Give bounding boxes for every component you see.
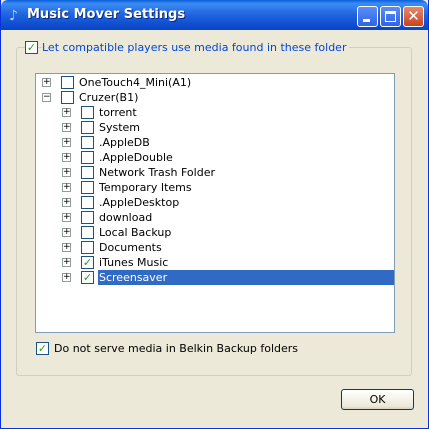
tree-item-checkbox[interactable] xyxy=(81,196,94,209)
exclude-backup-checkbox[interactable]: ✓ xyxy=(36,342,49,355)
maximize-button[interactable] xyxy=(380,6,401,27)
expand-icon[interactable]: + xyxy=(62,123,71,132)
tree-item-label: .AppleDB xyxy=(99,136,150,149)
expand-icon[interactable]: + xyxy=(62,183,71,192)
tree-item-label: Network Trash Folder xyxy=(99,166,215,179)
tree-row[interactable]: + ✓ iTunes Music xyxy=(36,255,394,270)
close-button[interactable]: ✕ xyxy=(403,6,424,27)
tree-item-checkbox[interactable] xyxy=(81,211,94,224)
minimize-button[interactable] xyxy=(357,6,378,27)
tree-row[interactable]: + Local Backup xyxy=(36,225,394,240)
tree-item-label: .AppleDouble xyxy=(99,151,173,164)
tree-row[interactable]: + Network Trash Folder xyxy=(36,165,394,180)
tree-item-checkbox[interactable] xyxy=(81,151,94,164)
tree-item-label: Cruzer(B1) xyxy=(79,91,139,104)
expand-icon[interactable]: + xyxy=(62,198,71,207)
checkmark-icon: ✓ xyxy=(26,41,37,54)
title-bar[interactable]: ♪ Music Mover Settings ✕ xyxy=(1,0,428,30)
tree-item-label: torrent xyxy=(99,106,137,119)
ok-button[interactable]: OK xyxy=(341,389,414,410)
tree-item-label: iTunes Music xyxy=(99,256,169,269)
expand-icon[interactable]: + xyxy=(62,168,71,177)
tree-item-label: .AppleDesktop xyxy=(99,196,180,209)
expand-icon[interactable]: + xyxy=(42,78,51,87)
checkmark-icon: ✓ xyxy=(82,271,93,284)
expand-icon[interactable]: + xyxy=(62,108,71,117)
tree-item-checkbox[interactable]: ✓ xyxy=(81,271,94,284)
tree-item-label: System xyxy=(99,121,141,134)
minimize-icon xyxy=(363,19,370,22)
tree-item-checkbox[interactable] xyxy=(61,76,74,89)
tree-item-label: Screensaver xyxy=(99,271,168,284)
tree-item-checkbox[interactable] xyxy=(81,166,94,179)
tree-item-checkbox[interactable] xyxy=(81,121,94,134)
expand-icon[interactable]: + xyxy=(62,213,71,222)
tree-item-label: Local Backup xyxy=(99,226,172,239)
tree-row[interactable]: + .AppleDB xyxy=(36,135,394,150)
tree-item-label: Documents xyxy=(99,241,162,254)
tree-item-checkbox[interactable] xyxy=(81,241,94,254)
tree-row[interactable]: + System xyxy=(36,120,394,135)
tree-item-checkbox[interactable] xyxy=(81,181,94,194)
tree-row[interactable]: + Temporary Items xyxy=(36,180,394,195)
tree-item-checkbox[interactable]: ✓ xyxy=(81,256,94,269)
tree-item-checkbox[interactable] xyxy=(81,106,94,119)
expand-icon[interactable]: + xyxy=(62,138,71,147)
tree-row[interactable]: + download xyxy=(36,210,394,225)
collapse-icon[interactable]: − xyxy=(42,93,51,102)
tree-row[interactable]: − Cruzer(B1) xyxy=(36,90,394,105)
expand-icon[interactable]: + xyxy=(62,153,71,162)
tree-item-checkbox[interactable] xyxy=(61,91,74,104)
expand-icon[interactable]: + xyxy=(62,228,71,237)
checkmark-icon: ✓ xyxy=(37,342,48,355)
tree-item-label: Temporary Items xyxy=(99,181,192,194)
tree-row[interactable]: + .AppleDouble xyxy=(36,150,394,165)
tree-item-label: download xyxy=(99,211,153,224)
exclude-backup-label[interactable]: Do not serve media in Belkin Backup fold… xyxy=(54,342,298,355)
expand-icon[interactable]: + xyxy=(62,243,71,252)
tree-row[interactable]: + Documents xyxy=(36,240,394,255)
expand-icon[interactable]: + xyxy=(62,258,71,267)
share-media-label[interactable]: Let compatible players use media found i… xyxy=(42,41,350,54)
music-note-icon: ♪ xyxy=(9,8,18,24)
tree-item-label: OneTouch4_Mini(A1) xyxy=(79,76,192,89)
expand-icon[interactable]: + xyxy=(62,273,71,282)
window-title: Music Mover Settings xyxy=(27,7,186,22)
settings-window: ♪ Music Mover Settings ✕ ✓ Let compatibl… xyxy=(0,0,429,429)
share-media-checkbox[interactable]: ✓ xyxy=(25,41,38,54)
tree-row[interactable]: + ✓ Screensaver xyxy=(36,270,394,285)
tree-item-checkbox[interactable] xyxy=(81,136,94,149)
close-icon: ✕ xyxy=(407,7,420,25)
tree-row[interactable]: + torrent xyxy=(36,105,394,120)
maximize-icon xyxy=(385,11,396,22)
folder-tree[interactable]: + OneTouch4_Mini(A1) − Cruzer(B1) + torrent + S… xyxy=(35,73,395,333)
tree-row[interactable]: + OneTouch4_Mini(A1) xyxy=(36,75,394,90)
tree-item-checkbox[interactable] xyxy=(81,226,94,239)
checkmark-icon: ✓ xyxy=(82,256,93,269)
tree-row[interactable]: + .AppleDesktop xyxy=(36,195,394,210)
